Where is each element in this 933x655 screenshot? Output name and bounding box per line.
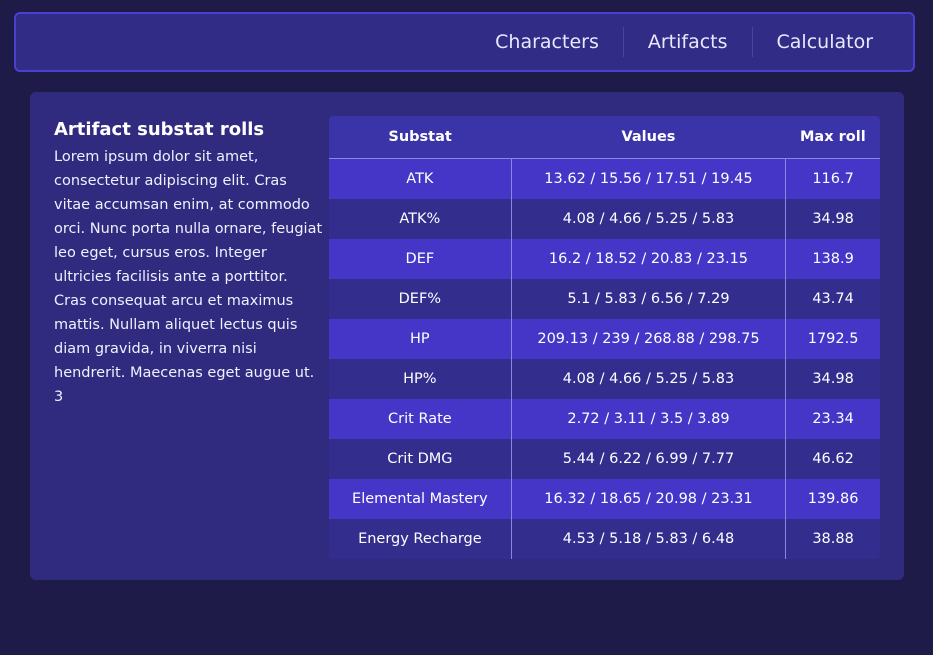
table-row: Crit Rate 2.72 / 3.11 / 3.5 / 3.89 23.34 xyxy=(329,399,880,439)
cell-values: 4.53 / 5.18 / 5.83 / 6.48 xyxy=(511,519,787,559)
nav-item-calculator[interactable]: Calculator xyxy=(753,27,897,57)
description-extra: 3 xyxy=(54,389,64,405)
cell-substat: Crit Rate xyxy=(329,399,512,439)
cell-values: 4.08 / 4.66 / 5.25 / 5.83 xyxy=(511,359,787,399)
cell-values: 209.13 / 239 / 268.88 / 298.75 xyxy=(511,319,787,359)
cell-substat: DEF xyxy=(329,239,512,279)
table-row: DEF 16.2 / 18.52 / 20.83 / 23.15 138.9 xyxy=(329,239,880,279)
cell-max-roll: 23.34 xyxy=(785,399,880,439)
top-navbar: Characters Artifacts Calculator xyxy=(14,12,915,72)
cell-values: 16.2 / 18.52 / 20.83 / 23.15 xyxy=(511,239,787,279)
table-header-row: Substat Values Max roll xyxy=(329,116,880,159)
nav-item-characters[interactable]: Characters xyxy=(471,27,623,57)
nav-item-artifacts[interactable]: Artifacts xyxy=(624,27,752,57)
header-values: Values xyxy=(511,116,786,159)
cell-substat: HP% xyxy=(329,359,512,399)
cell-max-roll: 43.74 xyxy=(785,279,880,319)
table-row: DEF% 5.1 / 5.83 / 6.56 / 7.29 43.74 xyxy=(329,279,880,319)
cell-values: 5.44 / 6.22 / 6.99 / 7.77 xyxy=(511,439,787,479)
content-card: Artifact substat rolls Lorem ipsum dolor… xyxy=(30,92,904,580)
cell-values: 5.1 / 5.83 / 6.56 / 7.29 xyxy=(511,279,787,319)
table-row: HP% 4.08 / 4.66 / 5.25 / 5.83 34.98 xyxy=(329,359,880,399)
cell-max-roll: 38.88 xyxy=(785,519,880,559)
cell-max-roll: 1792.5 xyxy=(785,319,880,359)
cell-values: 4.08 / 4.66 / 5.25 / 5.83 xyxy=(511,199,787,239)
page-title: Artifact substat rolls xyxy=(54,119,265,140)
header-substat: Substat xyxy=(329,116,512,159)
cell-values: 13.62 / 15.56 / 17.51 / 19.45 xyxy=(511,158,787,199)
cell-values: 16.32 / 18.65 / 20.98 / 23.31 xyxy=(511,479,787,519)
cell-substat: ATK% xyxy=(329,199,512,239)
cell-substat: ATK xyxy=(329,158,512,199)
table-row: ATK 13.62 / 15.56 / 17.51 / 19.45 116.7 xyxy=(329,158,880,199)
cell-substat: Energy Recharge xyxy=(329,519,512,559)
table-row: HP 209.13 / 239 / 268.88 / 298.75 1792.5 xyxy=(329,319,880,359)
cell-max-roll: 46.62 xyxy=(785,439,880,479)
cell-values: 2.72 / 3.11 / 3.5 / 3.89 xyxy=(511,399,787,439)
table-row: Energy Recharge 4.53 / 5.18 / 5.83 / 6.4… xyxy=(329,519,880,559)
description-text: Lorem ipsum dolor sit amet, consectetur … xyxy=(54,149,323,381)
table-row: ATK% 4.08 / 4.66 / 5.25 / 5.83 34.98 xyxy=(329,199,880,239)
substat-table-wrapper: Substat Values Max roll ATK 13.62 / 15.5… xyxy=(329,116,880,559)
cell-substat: HP xyxy=(329,319,512,359)
cell-max-roll: 34.98 xyxy=(785,359,880,399)
cell-substat: Crit DMG xyxy=(329,439,512,479)
cell-max-roll: 138.9 xyxy=(785,239,880,279)
table-row: Elemental Mastery 16.32 / 18.65 / 20.98 … xyxy=(329,479,880,519)
cell-substat: DEF% xyxy=(329,279,512,319)
cell-max-roll: 34.98 xyxy=(785,199,880,239)
header-max-roll: Max roll xyxy=(785,116,880,159)
description-column: Artifact substat rolls Lorem ipsum dolor… xyxy=(54,118,324,409)
cell-substat: Elemental Mastery xyxy=(329,479,512,519)
cell-max-roll: 116.7 xyxy=(785,158,880,199)
table-row: Crit DMG 5.44 / 6.22 / 6.99 / 7.77 46.62 xyxy=(329,439,880,479)
substat-table: Substat Values Max roll ATK 13.62 / 15.5… xyxy=(329,116,880,559)
cell-max-roll: 139.86 xyxy=(785,479,880,519)
